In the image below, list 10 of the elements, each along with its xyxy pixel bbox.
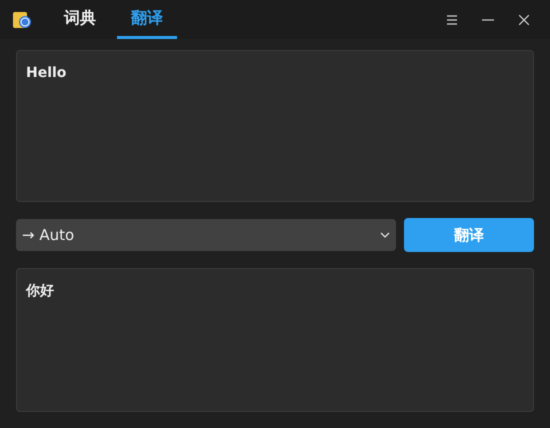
source-text-field[interactable]: Hello (16, 50, 534, 202)
tab[interactable]: 翻译 (117, 0, 177, 39)
result-text: 你好 (16, 268, 534, 412)
chevron-down-icon (380, 232, 390, 238)
app-icon (12, 10, 32, 30)
tab[interactable]: 词典 (50, 0, 110, 39)
menu-icon (446, 14, 458, 24)
minimize-icon (482, 18, 494, 20)
close-icon (519, 14, 529, 24)
language-select[interactable]: → Auto (16, 219, 396, 251)
